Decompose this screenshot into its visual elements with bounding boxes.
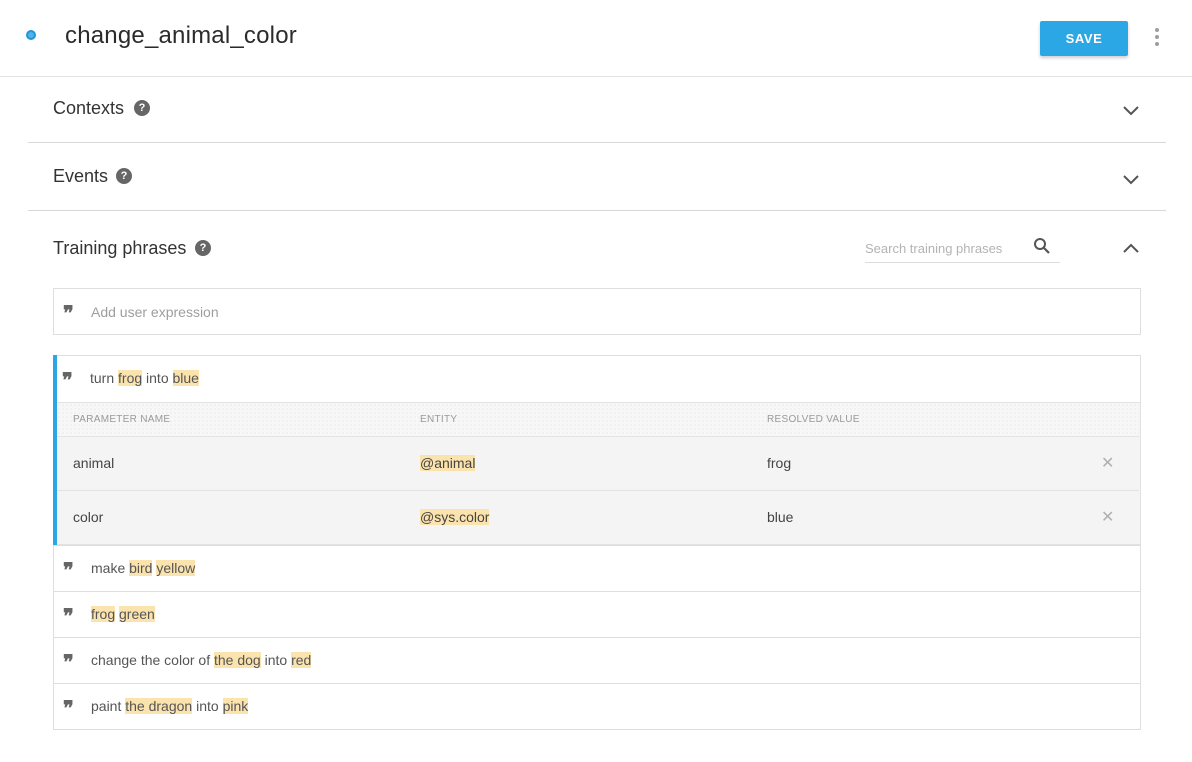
status-dot-icon (26, 30, 36, 40)
annotated-segment[interactable]: the dragon (125, 698, 193, 714)
phrase-segment: into (192, 698, 223, 714)
phrase-row[interactable]: ❞ frog green (53, 591, 1141, 638)
phrase-segment: make (91, 560, 130, 576)
annotated-segment[interactable]: frog (91, 606, 116, 622)
training-phrases-title: Training phrases (53, 238, 187, 258)
phrase-row[interactable]: ❞ turn frog into blue (57, 355, 1141, 402)
quote-icon: ❞ (63, 558, 74, 582)
chevron-up-icon[interactable] (1121, 238, 1141, 258)
phrase-segment: change the color of (91, 652, 214, 668)
search-icon[interactable] (1033, 237, 1051, 255)
close-icon[interactable]: ✕ (1101, 453, 1114, 473)
add-expression-row: ❞ (53, 288, 1141, 335)
help-circle-icon[interactable]: ? (195, 240, 211, 256)
annotated-segment[interactable]: pink (222, 698, 249, 714)
contexts-title: Contexts (53, 98, 125, 118)
parameter-name[interactable]: color (73, 509, 103, 525)
events-title: Events (53, 166, 109, 186)
quote-icon: ❞ (63, 650, 74, 674)
quote-icon: ❞ (63, 604, 74, 628)
entity-header: ENTITY (420, 414, 458, 425)
phrase-text[interactable]: paint the dragon into pink (91, 698, 249, 714)
parameter-value[interactable]: blue (767, 509, 793, 525)
phrase-text[interactable]: change the color of the dog into red (91, 652, 312, 668)
events-section[interactable]: Events ? (28, 143, 1166, 211)
more-vert-icon[interactable] (1148, 26, 1166, 48)
intent-name[interactable]: change_animal_color (65, 22, 297, 50)
quote-icon: ❞ (63, 696, 74, 720)
parameter-row: animal @animal frog ✕ (57, 437, 1139, 491)
phrase-segment: turn (90, 370, 119, 386)
phrase-text[interactable]: make bird yellow (91, 560, 196, 576)
expanded-phrase: ❞ turn frog into blue PARAMETER NAME ENT… (53, 355, 1141, 545)
parameter-table-header: PARAMETER NAME ENTITY RESOLVED VALUE (57, 403, 1139, 437)
quote-icon: ❞ (63, 301, 74, 325)
annotated-segment[interactable]: red (291, 652, 312, 668)
phrase-segment: into (142, 370, 173, 386)
parameter-value[interactable]: frog (767, 455, 791, 471)
annotated-segment[interactable]: bird (129, 560, 153, 576)
intent-header: change_animal_color SAVE (0, 0, 1192, 77)
quote-icon: ❞ (62, 368, 73, 392)
phrase-text[interactable]: frog green (91, 606, 155, 622)
save-button[interactable]: SAVE (1040, 21, 1128, 56)
annotated-segment[interactable]: frog (118, 370, 143, 386)
parameter-table: PARAMETER NAME ENTITY RESOLVED VALUE ani… (57, 402, 1141, 545)
add-expression-input[interactable] (91, 302, 691, 322)
annotated-segment[interactable]: the dog (213, 652, 261, 668)
phrase-segment: into (260, 652, 292, 668)
phrase-row[interactable]: ❞ make bird yellow (53, 545, 1141, 592)
contexts-section[interactable]: Contexts ? (28, 77, 1166, 143)
annotated-segment[interactable]: yellow (156, 560, 196, 576)
help-circle-icon[interactable]: ? (134, 100, 150, 116)
annotated-segment[interactable]: blue (172, 370, 199, 386)
parameter-entity[interactable]: @sys.color (420, 509, 490, 525)
parameter-entity[interactable]: @animal (420, 455, 476, 471)
help-circle-icon[interactable]: ? (116, 168, 132, 184)
close-icon[interactable]: ✕ (1101, 507, 1114, 527)
chevron-down-icon[interactable] (1121, 101, 1141, 121)
chevron-down-icon[interactable] (1121, 170, 1141, 190)
phrase-segment: paint (91, 698, 126, 714)
phrase-text[interactable]: turn frog into blue (90, 370, 199, 386)
parameter-name[interactable]: animal (73, 455, 114, 471)
phrase-row[interactable]: ❞ paint the dragon into pink (53, 683, 1141, 730)
resolved-value-header: RESOLVED VALUE (767, 414, 860, 425)
parameter-name-header: PARAMETER NAME (73, 414, 171, 425)
phrase-row[interactable]: ❞ change the color of the dog into red (53, 637, 1141, 684)
search-input[interactable] (865, 238, 1025, 258)
annotated-segment[interactable]: green (119, 606, 155, 622)
search-training-phrases (865, 234, 1060, 263)
parameter-row: color @sys.color blue ✕ (57, 491, 1139, 545)
